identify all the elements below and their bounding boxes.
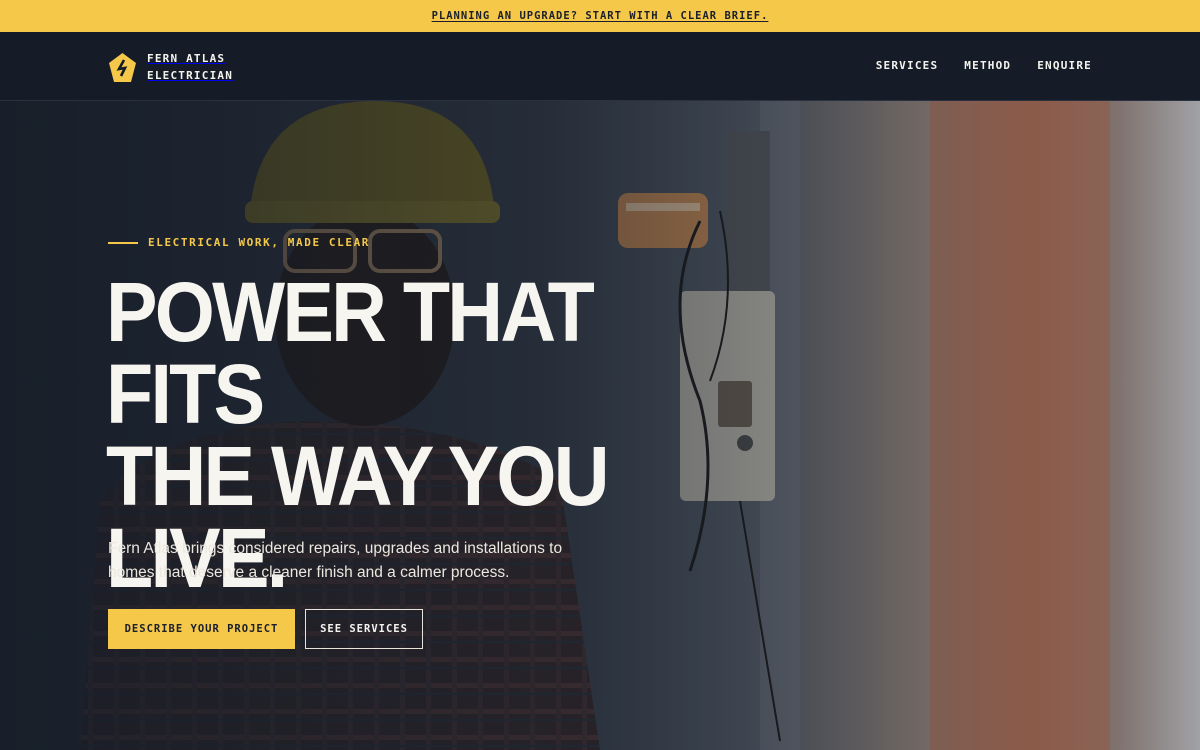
see-services-button[interactable]: SEE SERVICES xyxy=(305,609,423,649)
nav-link-enquire[interactable]: ENQUIRE xyxy=(1037,59,1092,72)
eyebrow-text: ELECTRICAL WORK, MADE CLEAR xyxy=(148,236,371,249)
brand-logo-link[interactable]: FERN ATLAS ELECTRICIAN xyxy=(108,50,257,84)
announcement-bar: PLANNING AN UPGRADE? START WITH A CLEAR … xyxy=(0,0,1200,32)
describe-project-button[interactable]: DESCRIBE YOUR PROJECT xyxy=(108,609,295,649)
hero-cta-row: DESCRIBE YOUR PROJECT SEE SERVICES xyxy=(108,609,423,649)
lightning-pentagon-icon xyxy=(109,52,136,82)
nav-link-method[interactable]: METHOD xyxy=(964,59,1011,72)
main-nav: SERVICES METHOD ENQUIRE xyxy=(876,59,1092,72)
headline-line-2: THE WAY YOU xyxy=(106,429,610,523)
brand-name: FERN ATLAS ELECTRICIAN xyxy=(147,50,257,84)
headline-line-1: POWER THAT FITS xyxy=(106,265,595,441)
hero-eyebrow: ELECTRICAL WORK, MADE CLEAR xyxy=(108,236,370,249)
eyebrow-divider xyxy=(108,241,138,244)
hero-section: ELECTRICAL WORK, MADE CLEAR POWER THAT F… xyxy=(0,101,1200,750)
nav-link-services[interactable]: SERVICES xyxy=(876,59,939,72)
brand-name-line2: ELECTRICIAN xyxy=(147,69,234,82)
announcement-link[interactable]: PLANNING AN UPGRADE? START WITH A CLEAR … xyxy=(432,10,769,22)
hero-lede: Fern Atlas brings considered repairs, up… xyxy=(108,540,563,581)
brand-name-line1: FERN ATLAS xyxy=(147,52,226,65)
site-header: FERN ATLAS ELECTRICIAN SERVICES METHOD E… xyxy=(0,32,1200,101)
